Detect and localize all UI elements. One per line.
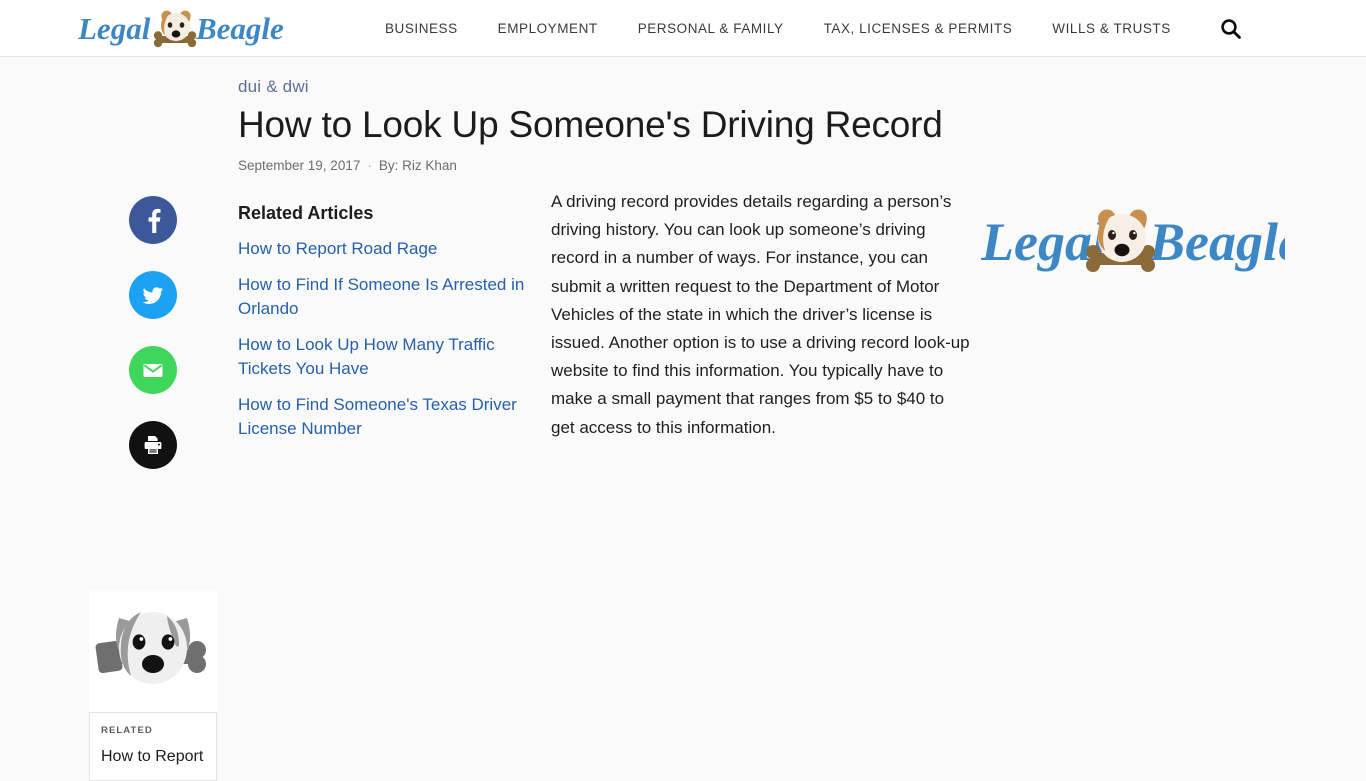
nav-item-employment[interactable]: EMPLOYMENT [498,21,598,36]
page-title: How to Look Up Someone's Driving Record [238,104,943,145]
related-articles-list: How to Report Road Rage How to Find If S… [238,237,530,441]
related-article-link-4[interactable]: How to Find Someone's Texas Driver Licen… [238,395,517,438]
svg-text:Beagle: Beagle [1148,212,1285,272]
share-twitter-button[interactable] [129,271,177,319]
facebook-icon [148,208,161,233]
related-card-body: RELATED How to Report [89,712,217,781]
related-article-link-1[interactable]: How to Report Road Rage [238,239,437,258]
search-icon [1221,19,1241,39]
brand-watermark: Legal Beagle [981,203,1285,281]
byline-separator: · [367,158,372,173]
search-button[interactable] [1216,14,1246,44]
list-item: How to Find If Someone Is Arrested in Or… [238,273,530,321]
related-articles-section: Related Articles How to Report Road Rage… [238,203,530,453]
email-icon [143,364,163,377]
related-card-title: How to Report [101,748,204,765]
related-card-kicker: RELATED [101,725,153,736]
list-item: How to Look Up How Many Traffic Tickets … [238,333,530,381]
site-logo[interactable]: Legal Beagle [78,6,290,51]
nav-item-wills-trusts[interactable]: WILLS & TRUSTS [1052,21,1170,36]
nav-item-personal-family[interactable]: PERSONAL & FAMILY [638,21,784,36]
byline: September 19, 2017 · By: Riz Khan [238,158,457,173]
related-article-link-2[interactable]: How to Find If Someone Is Arrested in Or… [238,275,524,318]
svg-text:Beagle: Beagle [195,11,284,46]
legal-beagle-logo-large-icon: Legal Beagle [981,209,1285,272]
twitter-icon [142,287,163,304]
related-floating-card[interactable]: RELATED How to Report [89,590,217,781]
share-facebook-button[interactable] [129,196,177,244]
social-share-rail [129,196,177,469]
related-articles-heading: Related Articles [238,203,374,223]
author-name: By: Riz Khan [378,158,457,173]
share-email-button[interactable] [129,346,177,394]
related-article-link-3[interactable]: How to Look Up How Many Traffic Tickets … [238,335,495,378]
print-icon [144,436,162,454]
svg-text:Legal: Legal [78,11,151,46]
site-header: Legal Beagle BUSINESS EMPLOYMENT PERSONA… [0,0,1366,57]
nav-item-business[interactable]: BUSINESS [385,21,458,36]
list-item: How to Report Road Rage [238,237,530,261]
related-card-thumbnail-icon [89,590,217,712]
publish-date: September 19, 2017 [238,158,361,173]
main-navigation: BUSINESS EMPLOYMENT PERSONAL & FAMILY TA… [385,0,1171,57]
share-print-button[interactable] [129,421,177,469]
legal-beagle-logo-icon: Legal Beagle [78,10,284,48]
article-paragraph: A driving record provides details regard… [551,192,970,437]
nav-item-tax-licenses-permits[interactable]: TAX, LICENSES & PERMITS [824,21,1013,36]
list-item: How to Find Someone's Texas Driver Licen… [238,393,530,441]
article-body: A driving record provides details regard… [551,188,971,442]
breadcrumb-category[interactable]: dui & dwi [238,77,309,97]
